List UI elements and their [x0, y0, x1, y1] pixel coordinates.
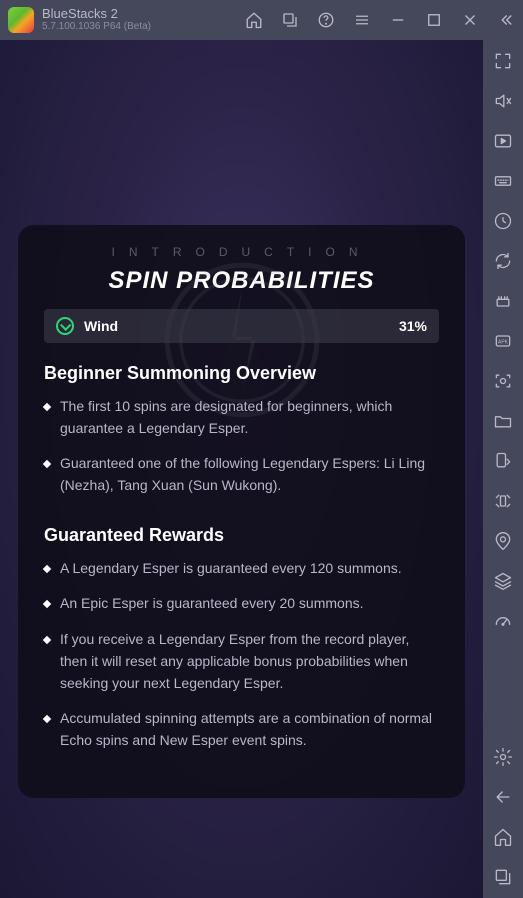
- wind-element-icon: [56, 317, 74, 335]
- game-viewport: INTRODUCTION SPIN PROBABILITIES Wind 31%…: [0, 40, 483, 898]
- recents-icon[interactable]: [492, 866, 514, 888]
- app-name: BlueStacks 2: [42, 7, 245, 21]
- close-icon[interactable]: [461, 11, 479, 29]
- app-version: 5.7.100.1036 P64 (Beta): [42, 21, 245, 33]
- list-item: A Legendary Esper is guaranteed every 12…: [44, 558, 439, 580]
- layers-icon[interactable]: [492, 570, 514, 592]
- probability-row: Wind 31%: [44, 309, 439, 343]
- title-block: BlueStacks 2 5.7.100.1036 P64 (Beta): [42, 7, 245, 33]
- list-item: Guaranteed one of the following Legendar…: [44, 453, 439, 496]
- collapse-right-icon[interactable]: [497, 11, 515, 29]
- list-item: An Epic Esper is guaranteed every 20 sum…: [44, 593, 439, 615]
- modal-title: SPIN PROBABILITIES: [44, 267, 439, 295]
- android-home-icon[interactable]: [492, 826, 514, 848]
- maximize-icon[interactable]: [425, 11, 443, 29]
- keyboard-icon[interactable]: [492, 170, 514, 192]
- home-icon[interactable]: [245, 11, 263, 29]
- list-item: The first 10 spins are designated for be…: [44, 396, 439, 439]
- media-folder-icon[interactable]: [492, 410, 514, 432]
- rotate-icon[interactable]: [492, 450, 514, 472]
- element-percent: 31%: [399, 318, 427, 334]
- hamburger-icon[interactable]: [353, 11, 371, 29]
- spin-probabilities-modal: INTRODUCTION SPIN PROBABILITIES Wind 31%…: [18, 225, 465, 798]
- rewind-icon[interactable]: [492, 210, 514, 232]
- minimize-icon[interactable]: [389, 11, 407, 29]
- section-title-beginner: Beginner Summoning Overview: [44, 363, 439, 384]
- right-sidebar: APK: [483, 40, 523, 898]
- multi-instance-icon[interactable]: [281, 11, 299, 29]
- back-icon[interactable]: [492, 786, 514, 808]
- location-icon[interactable]: [492, 530, 514, 552]
- shake-icon[interactable]: [492, 490, 514, 512]
- list-item: If you receive a Legendary Esper from th…: [44, 629, 439, 694]
- help-icon[interactable]: [317, 11, 335, 29]
- settings-icon[interactable]: [492, 746, 514, 768]
- element-name: Wind: [84, 318, 399, 334]
- macro-play-icon[interactable]: [492, 130, 514, 152]
- titlebar: BlueStacks 2 5.7.100.1036 P64 (Beta): [0, 0, 523, 40]
- sync-icon[interactable]: [492, 250, 514, 272]
- gauge-icon[interactable]: [492, 610, 514, 632]
- volume-mute-icon[interactable]: [492, 90, 514, 112]
- intro-label: INTRODUCTION: [44, 245, 439, 259]
- section-title-rewards: Guaranteed Rewards: [44, 525, 439, 546]
- list-item: Accumulated spinning attempts are a comb…: [44, 708, 439, 751]
- fullscreen-icon[interactable]: [492, 50, 514, 72]
- screenshot-icon[interactable]: [492, 370, 514, 392]
- bluestacks-logo: [8, 7, 34, 33]
- svg-text:APK: APK: [498, 340, 509, 346]
- apk-install-icon[interactable]: APK: [492, 330, 514, 352]
- memory-trim-icon[interactable]: [492, 290, 514, 312]
